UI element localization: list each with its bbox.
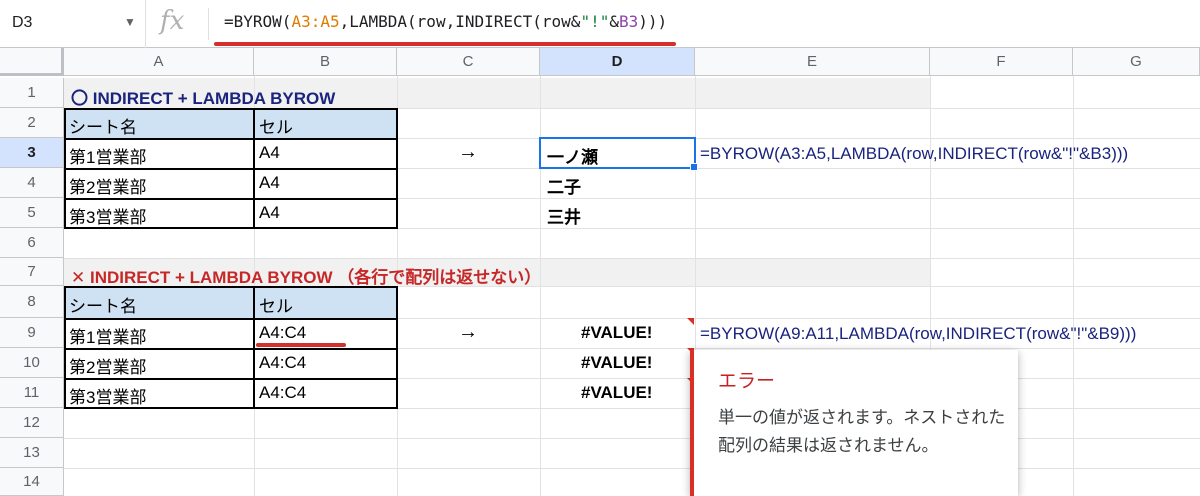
formula-note: =BYROW(A9:A11,LAMBDA(row,INDIRECT(row&"!…: [700, 324, 1137, 343]
table-border: [64, 227, 398, 229]
table-border: [64, 407, 398, 409]
table-header-sheet-name[interactable]: シート名: [64, 113, 137, 138]
row-header-13[interactable]: 13: [0, 438, 64, 468]
table-border: [396, 286, 398, 409]
formula-bar: D3 ▼ fx =BYROW(A3:A5,LAMBDA(row,INDIRECT…: [0, 0, 1200, 48]
row-header-6[interactable]: 6: [0, 228, 64, 258]
name-box-value: D3: [12, 14, 33, 31]
formula-part: =BYROW(: [224, 12, 292, 31]
arrow-indicator: →: [458, 321, 478, 343]
table-cell-ref[interactable]: A4: [254, 173, 280, 193]
select-all-corner[interactable]: [0, 48, 64, 76]
formula-part: &: [609, 12, 619, 31]
formula-range-ref: A3:A5: [291, 12, 340, 31]
table-cell-sheet[interactable]: 第2営業部: [64, 353, 146, 378]
section1-title: 〇 INDIRECT + LAMBDA BYROW: [71, 89, 336, 108]
row-header-10[interactable]: 10: [0, 348, 64, 378]
row-header-3[interactable]: 3: [0, 138, 64, 168]
error-tooltip-message: 単一の値が返されます。ネストされた配列の結果は返されません。: [718, 408, 1006, 455]
table-cell-sheet[interactable]: 第1営業部: [64, 143, 146, 168]
fx-icon: fx: [160, 6, 185, 36]
table-header-cell[interactable]: セル: [254, 113, 293, 138]
result-cell[interactable]: 二子: [542, 173, 581, 198]
error-tooltip-title: エラー: [718, 371, 776, 392]
table-border: [64, 286, 398, 288]
formula-part: ))): [638, 12, 668, 31]
grid-line: [64, 258, 1200, 259]
row-header-4[interactable]: 4: [0, 168, 64, 198]
row-header-5[interactable]: 5: [0, 198, 64, 228]
column-header-d[interactable]: D: [540, 48, 695, 76]
formula-cell-ref: B3: [618, 12, 639, 31]
error-tooltip: エラー 単一の値が返されます。ネストされた配列の結果は返されません。: [690, 350, 1018, 496]
table-border: [64, 378, 398, 380]
grid-line: [64, 468, 1200, 469]
formula-annotation-underline: [214, 42, 676, 46]
table-cell-sheet[interactable]: 第3営業部: [64, 203, 146, 228]
table-cell-sheet[interactable]: 第1営業部: [64, 323, 146, 348]
table-cell-ref[interactable]: A4: [254, 203, 280, 223]
table-cell-ref[interactable]: A4:C4: [254, 323, 306, 343]
table-border: [64, 348, 398, 350]
table-border: [64, 108, 66, 229]
name-box[interactable]: D3 ▼: [0, 0, 146, 48]
formula-input[interactable]: =BYROW(A3:A5,LAMBDA(row,INDIRECT(row&"!"…: [224, 12, 667, 31]
table-cell-sheet[interactable]: 第2営業部: [64, 173, 146, 198]
row-header-12[interactable]: 12: [0, 408, 64, 438]
table-header-sheet-name[interactable]: シート名: [64, 292, 137, 317]
error-indicator-icon[interactable]: [687, 318, 694, 325]
table-border: [64, 286, 66, 409]
row-header-14[interactable]: 14: [0, 468, 64, 496]
column-header-g[interactable]: G: [1073, 48, 1200, 76]
section2-title: ✕ INDIRECT + LAMBDA BYROW （各行で配列は返せない）: [71, 268, 542, 287]
row-header-11[interactable]: 11: [0, 378, 64, 408]
table-border: [64, 198, 398, 200]
table-cell-ref[interactable]: A4:C4: [254, 383, 306, 403]
table-cell-ref[interactable]: A4: [254, 143, 280, 163]
error-cell[interactable]: #VALUE!: [576, 353, 652, 373]
table-border: [64, 108, 398, 110]
active-cell-selection[interactable]: [539, 137, 696, 169]
formula-note: =BYROW(A3:A5,LAMBDA(row,INDIRECT(row&"!"…: [700, 144, 1129, 163]
table-border: [253, 108, 255, 229]
column-header-f[interactable]: F: [930, 48, 1073, 76]
row-header-9[interactable]: 9: [0, 318, 64, 348]
table-border: [64, 138, 398, 140]
row-header-2[interactable]: 2: [0, 108, 64, 138]
column-header-e[interactable]: E: [695, 48, 930, 76]
table-cell-ref[interactable]: A4:C4: [254, 353, 306, 373]
error-cell[interactable]: #VALUE!: [576, 383, 652, 403]
row-header-8[interactable]: 8: [0, 286, 64, 318]
result-cell[interactable]: 三井: [542, 203, 581, 228]
arrow-indicator: →: [458, 141, 478, 163]
formula-part: ,LAMBDA(row,INDIRECT(row&: [339, 12, 581, 31]
table-cell-sheet[interactable]: 第3営業部: [64, 383, 146, 408]
table-border: [396, 108, 398, 229]
table-border: [64, 318, 398, 320]
formula-divider: [208, 8, 209, 40]
table-header-cell[interactable]: セル: [254, 292, 293, 317]
error-cell[interactable]: #VALUE!: [576, 323, 652, 343]
grid-line: [64, 438, 1200, 439]
column-header-a[interactable]: A: [64, 48, 254, 76]
formula-string: "!": [580, 12, 610, 31]
fill-handle[interactable]: [690, 163, 698, 171]
chevron-down-icon[interactable]: ▼: [124, 15, 136, 29]
row-header-7[interactable]: 7: [0, 258, 64, 286]
table-border: [253, 286, 255, 409]
column-header-c[interactable]: C: [397, 48, 540, 76]
table-border: [64, 168, 398, 170]
annotation-underline: [256, 343, 346, 347]
row-header-1[interactable]: 1: [0, 78, 64, 108]
column-header-b[interactable]: B: [254, 48, 397, 76]
